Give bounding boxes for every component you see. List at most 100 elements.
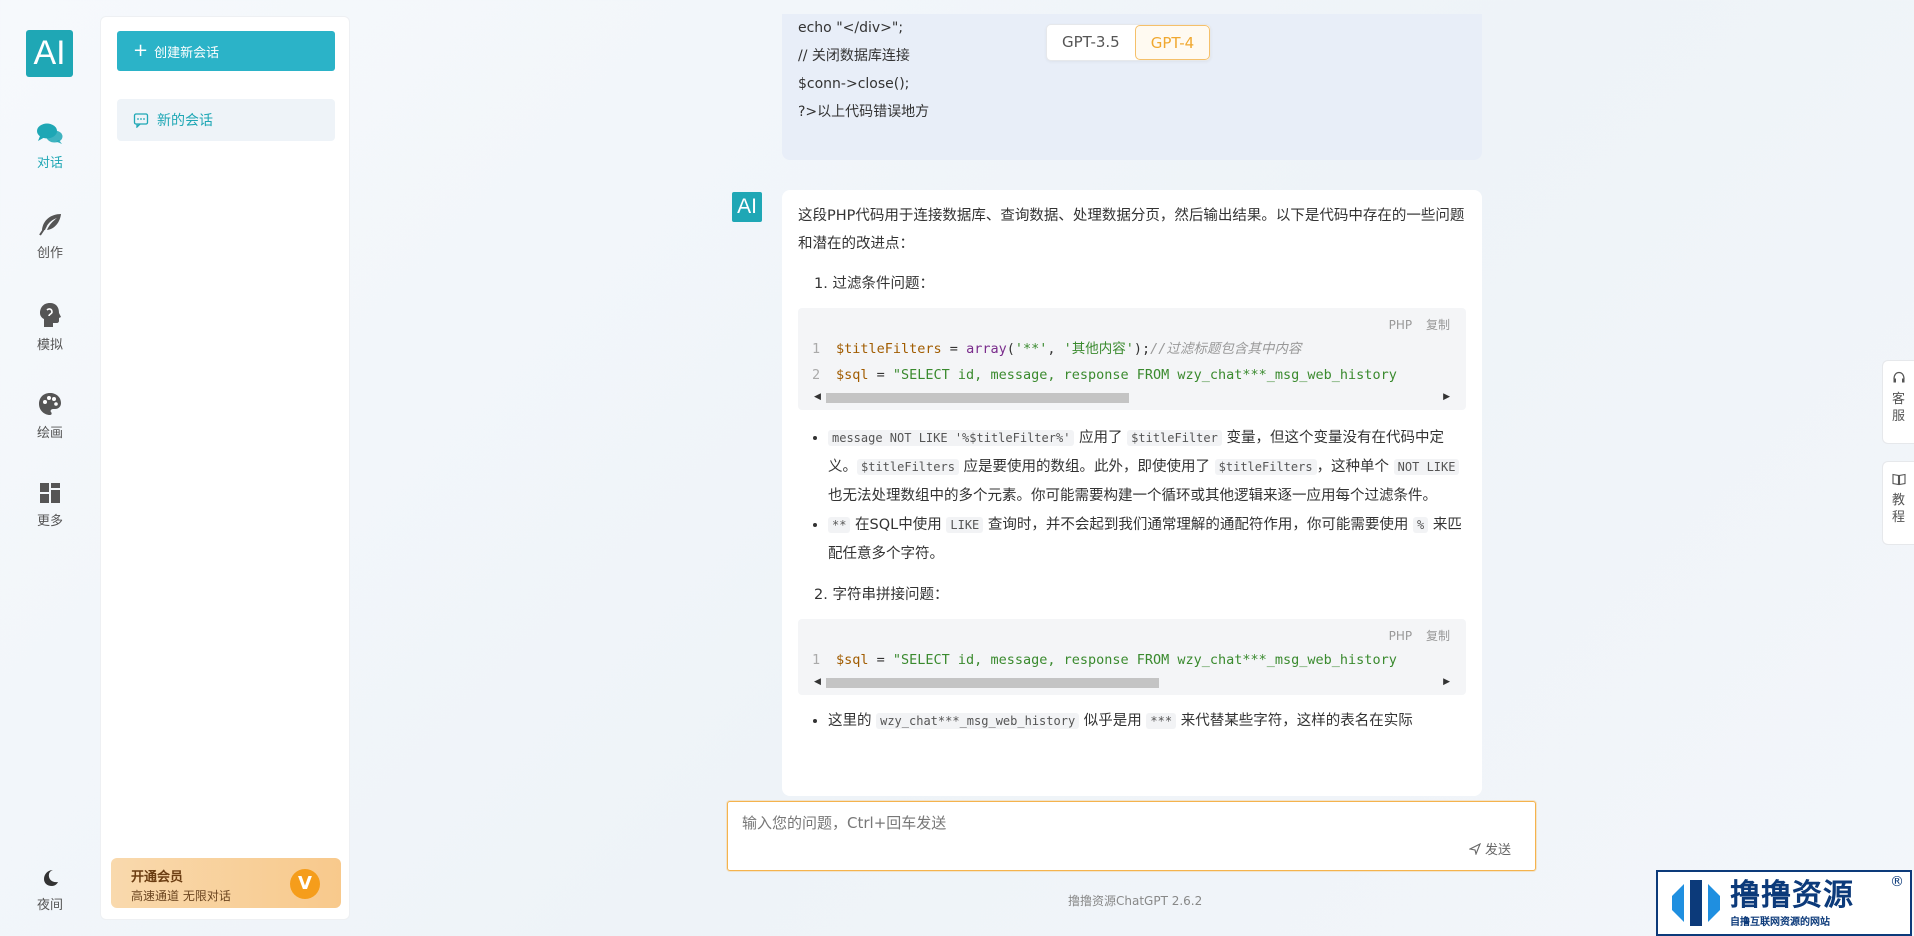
message-square-icon [133, 113, 149, 128]
inline-code: LIKE [946, 517, 984, 533]
inline-code: % [1413, 517, 1429, 533]
list-item: ** 在SQL中使用 LIKE 查询时，并不会起到我们通常理解的通配符作用，你可… [828, 511, 1466, 569]
bullet-list: 这里的 wzy_chat***_msg_web_history 似乎是用 ***… [828, 707, 1466, 736]
code-token: "SELECT id, message, response FROM wzy_c… [892, 367, 1397, 383]
nav-item-chat[interactable]: 对话 [0, 122, 100, 192]
code-header: PHP 复制 [798, 316, 1466, 336]
customer-service-tab[interactable]: 客服 [1882, 360, 1914, 444]
inline-code: ** [828, 517, 851, 533]
code-comment: //过滤标题包含其中内容 [1150, 341, 1302, 357]
list-item-text: 这里的 [828, 713, 877, 729]
scroll-right-icon[interactable]: ▶ [1443, 677, 1450, 687]
scroll-left-icon[interactable]: ◀ [814, 392, 821, 402]
new-chat-button[interactable]: + 创建新会话 [117, 31, 335, 71]
watermark-subtitle: 自撸互联网资源的网站 [1730, 916, 1830, 928]
vip-upgrade-card[interactable]: 开通会员 高速通道 无限对话 V [111, 858, 341, 908]
code-line: 2 $sql = "SELECT id, message, response FR… [798, 362, 1466, 388]
code-token: = [868, 652, 893, 668]
inline-code: $titleFilters [857, 459, 959, 475]
ai-message: 这段PHP代码用于连接数据库、查询数据、处理数据分页，然后输出结果。以下是代码中… [782, 190, 1482, 796]
ai-avatar: AI [732, 192, 762, 222]
nav-item-create[interactable]: 创作 [0, 212, 100, 282]
send-icon [1468, 842, 1481, 855]
nav-item-draw-label: 绘画 [36, 426, 63, 441]
chat-bubbles-icon [37, 123, 63, 144]
inline-code: $titleFilters [1214, 459, 1317, 475]
model-option-gpt4[interactable]: GPT-4 [1134, 25, 1211, 60]
list-item-text: ，这种单个 [1316, 459, 1394, 475]
code-token: "SELECT id, message, response FROM wzy_c… [892, 652, 1397, 668]
code-line: 1 $titleFilters = array('**', '其他内容');//过… [798, 336, 1466, 362]
feather-icon [39, 214, 61, 236]
chat-input[interactable] [728, 802, 1535, 842]
palette-icon [39, 393, 61, 415]
scroll-left-icon[interactable]: ◀ [814, 677, 821, 687]
code-language: PHP [1388, 318, 1413, 332]
head-profile-icon [40, 303, 61, 327]
ai-intro: 这段PHP代码用于连接数据库、查询数据、处理数据分页，然后输出结果。以下是代码中… [798, 208, 1465, 252]
user-message-line: ?>以上代码错误地方 [798, 104, 930, 120]
code-block: PHP 复制 1 $titleFilters = array('**', '其他内… [798, 308, 1466, 410]
line-number: 1 [812, 341, 821, 357]
copy-code-button[interactable]: 复制 [1426, 629, 1450, 643]
tutorial-label: 教程 [1891, 493, 1905, 525]
tutorial-tab[interactable]: 教程 [1882, 461, 1914, 545]
plus-icon: + [133, 40, 149, 61]
nav-item-more-label: 更多 [36, 514, 63, 529]
registered-mark: ® [1890, 874, 1904, 890]
scroll-right-icon[interactable]: ▶ [1443, 392, 1450, 402]
bullet-list: message NOT LIKE '%$titleFilter%' 应用了 $t… [828, 424, 1466, 569]
copy-code-button[interactable]: 复制 [1426, 318, 1450, 332]
app-logo: AI [26, 30, 73, 77]
scroll-thumb[interactable] [826, 678, 1159, 688]
section-title: 1. 过滤条件问题： [814, 276, 934, 292]
nav-rail: AI 对话 创作 模拟 绘画 更多 夜间 [0, 0, 100, 936]
line-number: 2 [812, 367, 821, 383]
moon-icon [44, 870, 58, 886]
send-button[interactable]: 发送 [1468, 839, 1511, 858]
brand-mark-icon [1672, 880, 1720, 926]
section-title: 2. 字符串拼接问题： [814, 587, 949, 603]
code-token: array [966, 341, 1007, 357]
new-chat-label: 创建新会话 [154, 45, 220, 61]
inline-code: NOT LIKE [1393, 459, 1460, 475]
night-mode-label: 夜间 [36, 898, 63, 913]
code-token: $titleFilters [836, 341, 942, 357]
session-item[interactable]: 新的会话 [117, 99, 335, 141]
line-number: 1 [812, 652, 821, 668]
code-header: PHP 复制 [798, 627, 1466, 647]
code-token: ( [1006, 341, 1015, 357]
code-token: = [941, 341, 967, 357]
code-token: '其他内容' [1063, 341, 1134, 357]
list-item-text: 查询时，并不会起到我们通常理解的通配符作用，你可能需要使用 [983, 517, 1413, 533]
user-message-line: $conn->close(); [798, 76, 910, 92]
book-icon [1891, 473, 1906, 486]
code-token: ); [1133, 341, 1151, 357]
customer-service-label: 客服 [1891, 392, 1905, 424]
code-token: $sql [836, 367, 869, 383]
nav-item-more[interactable]: 更多 [0, 482, 100, 552]
list-item-text: 应用了 [1074, 430, 1128, 446]
code-token: , [1047, 341, 1064, 357]
inline-code: $titleFilter [1127, 430, 1222, 446]
version-footer: 撸撸资源ChatGPT 2.6.2 [1068, 894, 1203, 908]
scroll-thumb[interactable] [826, 393, 1129, 403]
list-item-text: 应是要使用的数组。此外，即使使用了 [958, 459, 1215, 475]
nav-item-draw[interactable]: 绘画 [0, 392, 100, 462]
grid-icon [40, 483, 60, 503]
headset-icon [1892, 371, 1905, 383]
code-line: 1 $sql = "SELECT id, message, response FR… [798, 647, 1466, 673]
watermark-title: 撸撸资源 [1730, 877, 1854, 913]
code-token: $sql [836, 652, 869, 668]
vip-badge-icon: V [290, 869, 320, 899]
night-mode-toggle[interactable]: 夜间 [0, 868, 100, 936]
model-switch: GPT-3.5 GPT-4 [1046, 24, 1212, 61]
code-scrollbar[interactable]: ◀ ▶ [814, 675, 1450, 689]
list-item: 这里的 wzy_chat***_msg_web_history 似乎是用 ***… [828, 707, 1466, 736]
code-scrollbar[interactable]: ◀ ▶ [814, 390, 1450, 404]
model-option-gpt35[interactable]: GPT-3.5 [1047, 25, 1135, 60]
inline-code: wzy_chat***_msg_web_history [876, 713, 1080, 729]
code-token: = [868, 367, 893, 383]
nav-item-simulate[interactable]: 模拟 [0, 302, 100, 372]
code-language: PHP [1388, 629, 1413, 643]
